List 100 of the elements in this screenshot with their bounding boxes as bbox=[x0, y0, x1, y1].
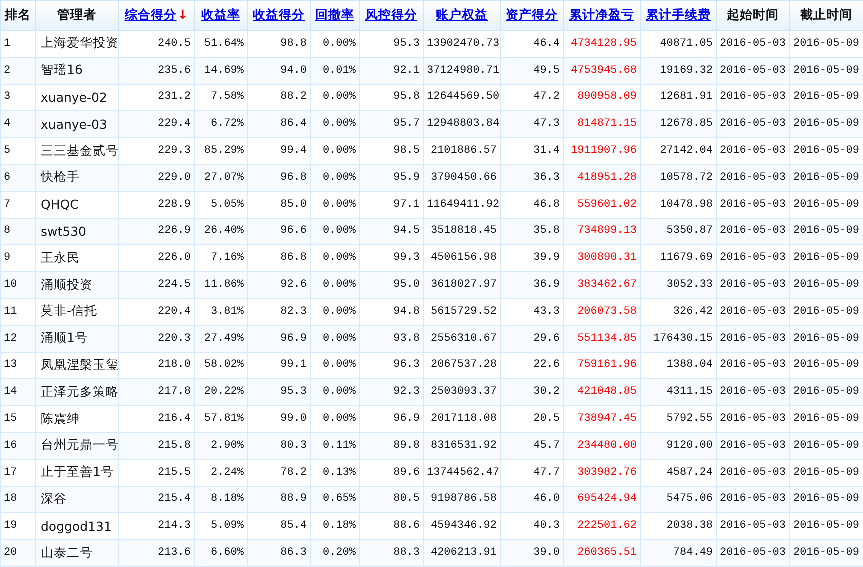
table-cell: 226.9 bbox=[118, 218, 194, 245]
table-cell: 0.00% bbox=[310, 138, 360, 164]
table-cell: 45.7 bbox=[500, 432, 564, 460]
sort-link[interactable]: 风控得分 bbox=[366, 7, 418, 22]
table-cell: 85.0 bbox=[248, 191, 310, 218]
table-cell: 46.4 bbox=[500, 30, 564, 58]
table-cell: 10478.98 bbox=[640, 191, 716, 218]
table-cell: 78.2 bbox=[248, 459, 310, 486]
table-cell: 0.00% bbox=[310, 272, 360, 298]
table-cell: 13902470.73 bbox=[424, 30, 500, 58]
table-cell: 涌顺投资 bbox=[36, 272, 118, 298]
table-cell: 2.90% bbox=[194, 432, 248, 460]
table-cell: 260365.51 bbox=[564, 540, 640, 566]
table-cell: 2101886.57 bbox=[424, 138, 500, 164]
sort-link[interactable]: 累计手续费 bbox=[646, 7, 711, 22]
table-cell: 15 bbox=[0, 406, 36, 432]
table-cell: 4311.15 bbox=[640, 378, 716, 406]
table-cell: 4 bbox=[0, 110, 36, 138]
table-cell: 20.5 bbox=[500, 406, 564, 432]
table-cell: 2016-05-09 bbox=[790, 164, 863, 192]
table-cell: 3618027.97 bbox=[424, 272, 500, 298]
table-cell: 2016-05-03 bbox=[716, 138, 790, 164]
table-cell: 5615729.52 bbox=[424, 298, 500, 326]
table-cell: 17 bbox=[0, 459, 36, 486]
table-cell: 6 bbox=[0, 164, 36, 192]
table-cell: 99.0 bbox=[248, 406, 310, 432]
table-cell: 5 bbox=[0, 138, 36, 164]
table-cell: 2016-05-03 bbox=[716, 406, 790, 432]
sort-link[interactable]: 收益率 bbox=[202, 7, 240, 22]
table-cell: 涌顺1号 bbox=[36, 325, 118, 352]
table-cell: 山泰二号 bbox=[36, 540, 118, 566]
table-cell: 0.20% bbox=[310, 540, 360, 566]
table-cell: 6.72% bbox=[194, 110, 248, 138]
table-cell: 0.65% bbox=[310, 486, 360, 513]
table-cell: 98.5 bbox=[360, 138, 424, 164]
table-cell: 止于至善1号 bbox=[36, 459, 118, 486]
table-cell: 814871.15 bbox=[564, 110, 640, 138]
table-cell: 206073.58 bbox=[564, 298, 640, 326]
column-header: 起始时间 bbox=[716, 0, 790, 30]
table-cell: 台州元鼎一号 bbox=[36, 432, 118, 460]
table-cell: 220.3 bbox=[118, 325, 194, 352]
table-cell: 9198786.58 bbox=[424, 486, 500, 513]
sort-link[interactable]: 收益得分 bbox=[253, 7, 305, 22]
sort-link[interactable]: 回撤率 bbox=[316, 7, 354, 22]
table-cell: 94.5 bbox=[360, 218, 424, 245]
table-cell: 2016-05-09 bbox=[790, 218, 863, 245]
table-cell: 4206213.91 bbox=[424, 540, 500, 566]
table-cell: 5350.87 bbox=[640, 218, 716, 245]
table-cell: 92.1 bbox=[360, 57, 424, 84]
table-cell: 2016-05-09 bbox=[790, 378, 863, 406]
table-cell: 96.9 bbox=[360, 406, 424, 432]
table-cell: 551134.85 bbox=[564, 325, 640, 352]
table-cell: 213.6 bbox=[118, 540, 194, 566]
table-cell: 13744562.47 bbox=[424, 459, 500, 486]
table-cell: 2016-05-03 bbox=[716, 540, 790, 566]
table-cell: 14.69% bbox=[194, 57, 248, 84]
table-cell: 95.3 bbox=[360, 30, 424, 58]
table-cell: 784.49 bbox=[640, 540, 716, 566]
table-cell: 11649411.92 bbox=[424, 191, 500, 218]
table-cell: 12678.85 bbox=[640, 110, 716, 138]
table-cell: 215.8 bbox=[118, 432, 194, 460]
table-cell: 738947.45 bbox=[564, 406, 640, 432]
table-cell: 7 bbox=[0, 191, 36, 218]
sort-link[interactable]: 资产得分 bbox=[506, 7, 558, 22]
sort-link[interactable]: 账户权益 bbox=[436, 7, 488, 22]
table-cell: 43.3 bbox=[500, 298, 564, 326]
table-cell: 10 bbox=[0, 272, 36, 298]
table-cell: 26.40% bbox=[194, 218, 248, 245]
sort-link[interactable]: 综合得分 bbox=[124, 7, 177, 22]
table-cell: 27.07% bbox=[194, 164, 248, 192]
table-cell: 82.3 bbox=[248, 298, 310, 326]
table-cell: 0.00% bbox=[310, 191, 360, 218]
table-cell: 上海爱华投资 bbox=[36, 30, 118, 58]
table-cell: 2016-05-03 bbox=[716, 432, 790, 460]
table-cell: 2016-05-09 bbox=[790, 110, 863, 138]
table-cell: 220.4 bbox=[118, 298, 194, 326]
table-cell: 224.5 bbox=[118, 272, 194, 298]
table-cell: 99.4 bbox=[248, 138, 310, 164]
table-cell: 47.3 bbox=[500, 110, 564, 138]
table-cell: 2016-05-03 bbox=[716, 298, 790, 326]
table-cell: 0.00% bbox=[310, 298, 360, 326]
table-cell: 89.8 bbox=[360, 432, 424, 460]
table-cell: 0.13% bbox=[310, 459, 360, 486]
table-cell: 2016-05-03 bbox=[716, 110, 790, 138]
table-cell: 93.8 bbox=[360, 325, 424, 352]
table-cell: 4587.24 bbox=[640, 459, 716, 486]
table-cell: 10578.72 bbox=[640, 164, 716, 192]
table-cell: 37124980.71 bbox=[424, 57, 500, 84]
table-cell: 2 bbox=[0, 57, 36, 84]
table-cell: 95.7 bbox=[360, 110, 424, 138]
table-cell: 9120.00 bbox=[640, 432, 716, 460]
table-cell: 94.0 bbox=[248, 57, 310, 84]
table-cell: 383462.67 bbox=[564, 272, 640, 298]
sort-link[interactable]: 累计净盈亏 bbox=[570, 7, 634, 22]
table-cell: 215.5 bbox=[118, 459, 194, 486]
table-cell: 85.29% bbox=[194, 138, 248, 164]
table-cell: 80.5 bbox=[360, 486, 424, 513]
table-cell: 47.7 bbox=[500, 459, 564, 486]
column-header: 截止时间 bbox=[790, 0, 863, 30]
table-cell: 0.00% bbox=[310, 110, 360, 138]
